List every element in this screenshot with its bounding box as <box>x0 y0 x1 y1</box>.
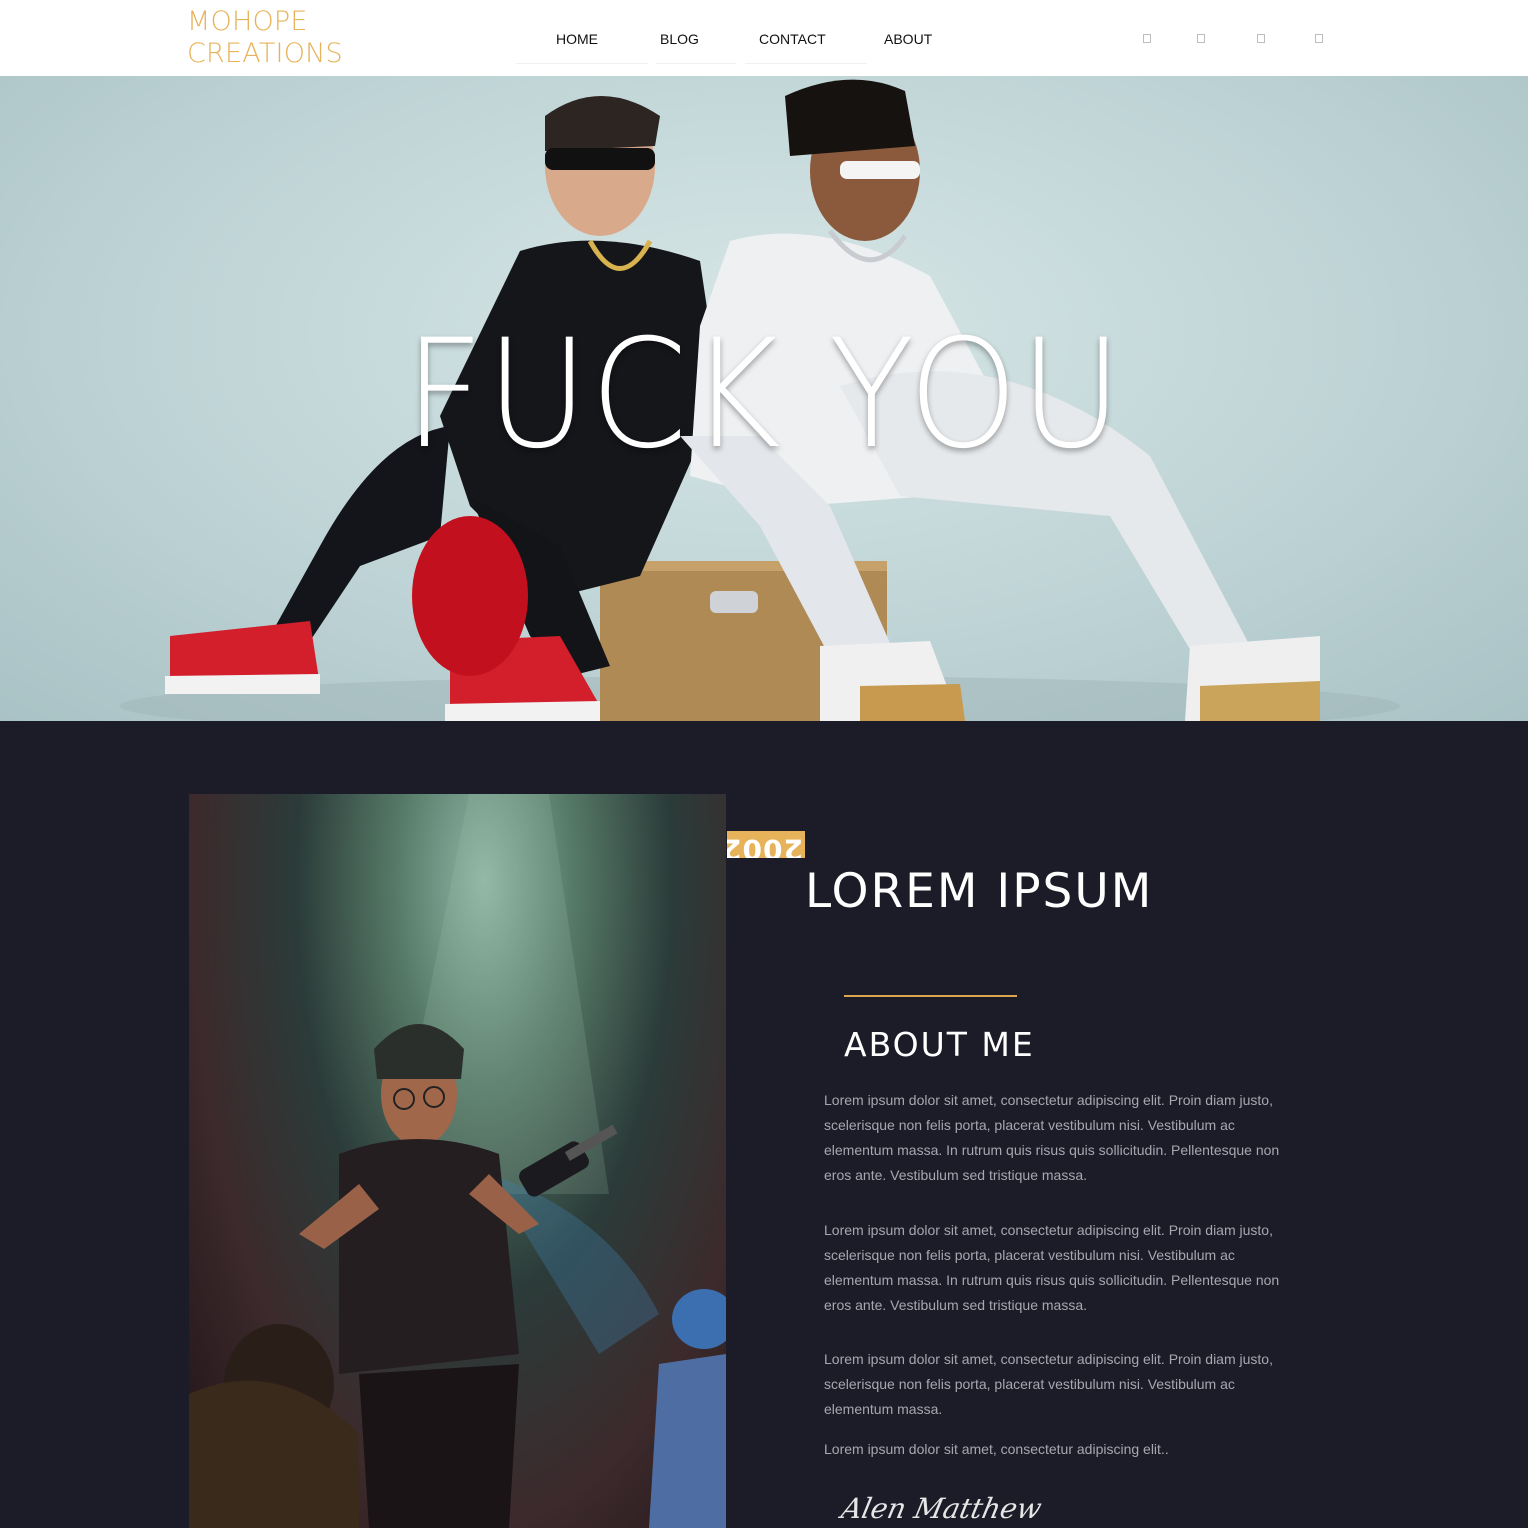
logo[interactable]: MOHOPE CREATIONS <box>187 6 343 70</box>
about-photo <box>189 794 726 1528</box>
signature: Alen Matthew <box>838 1492 1045 1525</box>
nav-contact[interactable]: CONTACT <box>759 31 826 47</box>
social-icon-4[interactable] <box>1315 34 1323 43</box>
nav-divider <box>516 63 648 64</box>
social-icon-2[interactable] <box>1197 34 1205 43</box>
social-icon-3[interactable] <box>1257 34 1265 43</box>
hero-banner: FUCK YOU <box>0 76 1528 721</box>
section-headline: LOREM IPSUM <box>805 864 1154 919</box>
about-paragraph-2: Lorem ipsum dolor sit amet, consectetur … <box>824 1222 1280 1313</box>
about-paragraph-4: Lorem ipsum dolor sit amet, consectetur … <box>824 1441 1169 1457</box>
nav-about[interactable]: ABOUT <box>884 31 932 47</box>
about-paragraph-1: Lorem ipsum dolor sit amet, consectetur … <box>824 1092 1280 1183</box>
social-icon-1[interactable] <box>1143 34 1151 43</box>
logo-line-1: MOHOPE <box>187 6 308 37</box>
logo-line-2: CREATIONS <box>187 38 343 69</box>
site-header: MOHOPE CREATIONS HOME BLOG CONTACT ABOUT <box>0 0 1528 76</box>
nav-home[interactable]: HOME <box>556 31 598 47</box>
accent-divider <box>844 995 1017 997</box>
about-paragraph-3: Lorem ipsum dolor sit amet, consectetur … <box>824 1351 1273 1417</box>
nav-divider <box>656 63 736 64</box>
nav-blog[interactable]: BLOG <box>660 31 699 47</box>
year-tag-text: 2002 <box>727 833 803 858</box>
year-tag: 2002 <box>727 831 805 858</box>
about-title: ABOUT ME <box>844 1025 1035 1064</box>
nav-divider <box>745 63 867 64</box>
hero-title: FUCK YOU <box>404 308 1124 482</box>
photographer-image <box>189 794 726 1528</box>
